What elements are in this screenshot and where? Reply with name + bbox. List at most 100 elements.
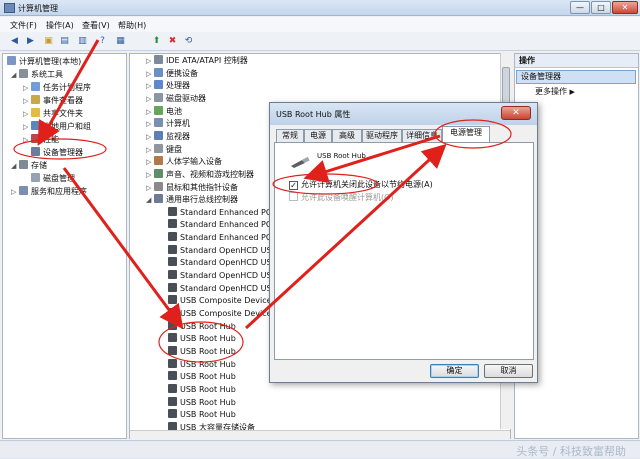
expand-icon[interactable]: ▷ — [146, 93, 154, 105]
view-icon[interactable]: ▤ — [58, 35, 71, 48]
update-driver-icon[interactable]: ⬆ — [150, 35, 163, 48]
tree-item-device-manager[interactable]: 设备管理器 — [31, 147, 83, 159]
tree-item-storage[interactable]: ◢ 存储 — [11, 160, 47, 172]
allow-power-off-option[interactable]: ✓ 允许计算机关闭此设备以节约电源(A) — [289, 179, 433, 191]
dialog-close-button[interactable]: ✕ — [501, 106, 531, 120]
ok-button[interactable]: 确定 — [430, 364, 479, 378]
expand-icon[interactable]: ▷ — [23, 95, 31, 107]
usb-device-item[interactable]: USB Root Hub — [168, 396, 236, 409]
tree-item-event-viewer[interactable]: ▷ 事件查看器 — [23, 95, 83, 107]
services-icon — [19, 186, 28, 195]
device-category-icon — [154, 80, 163, 90]
expand-icon[interactable]: ▷ — [146, 144, 154, 156]
expand-icon[interactable]: ▷ — [23, 82, 31, 94]
tree-item-performance[interactable]: ▷ 性能 — [23, 134, 59, 146]
menu-file[interactable]: 文件(F) — [10, 20, 37, 31]
expand-icon[interactable]: ▷ — [146, 80, 154, 92]
usb-device-item[interactable]: Standard OpenHCD USB — [168, 270, 277, 282]
usb-device-item[interactable]: Standard Enhanced PCI — [168, 219, 274, 231]
refresh-icon[interactable]: ▥ — [76, 35, 89, 48]
tree-item-shared-folders[interactable]: ▷ 共享文件夹 — [23, 108, 83, 120]
usb-device-item[interactable]: USB Root Hub — [168, 371, 236, 383]
scan-hardware-icon[interactable]: ⟲ — [182, 35, 195, 48]
usb-device-item[interactable]: USB Root Hub — [168, 333, 236, 345]
device-category-icon — [154, 168, 163, 178]
usb-plug-icon — [168, 219, 177, 229]
actions-device-manager[interactable]: 设备管理器 — [516, 70, 636, 84]
device-category[interactable]: ◢ 通用串行总线控制器 — [146, 194, 238, 206]
usb-device-item[interactable]: Standard OpenHCD USB — [168, 244, 277, 257]
device-category[interactable]: ▷ 人体学输入设备 — [146, 156, 222, 168]
properties-icon[interactable]: ▦ — [114, 35, 127, 48]
device-category[interactable]: ▷ 声音、视频和游戏控制器 — [146, 168, 254, 181]
tab-general[interactable]: 常规 — [276, 129, 304, 143]
tab-details[interactable]: 详细信息 — [402, 129, 442, 143]
storage-icon — [19, 160, 28, 169]
minimize-button[interactable]: — — [570, 1, 590, 14]
device-category[interactable]: ▷ 鼠标和其他指针设备 — [146, 181, 238, 194]
collapse-icon[interactable]: ◢ — [11, 69, 19, 81]
back-icon[interactable]: ◀ — [8, 35, 21, 48]
device-category[interactable]: ▷ 电池 — [146, 105, 182, 118]
device-category-icon — [154, 118, 163, 128]
usb-device-item[interactable]: USB Root Hub — [168, 383, 236, 396]
usb-device-item[interactable]: Standard OpenHCD USB — [168, 257, 277, 269]
tree-item-task-scheduler[interactable]: ▷ 任务计划程序 — [23, 82, 91, 94]
forward-icon[interactable]: ▶ — [24, 35, 37, 48]
expand-icon[interactable]: ▷ — [146, 118, 154, 130]
usb-device-item[interactable]: USB Composite Device — [168, 308, 272, 320]
usb-device-item[interactable]: USB Composite Device — [168, 295, 272, 307]
device-category-icon — [154, 105, 163, 115]
tab-driver[interactable]: 驱动程序 — [362, 129, 402, 143]
expand-icon[interactable]: ▷ — [23, 121, 31, 133]
usb-device-item[interactable]: USB Root Hub — [168, 358, 236, 371]
usb-device-item[interactable]: Standard Enhanced PCI — [168, 206, 274, 219]
cancel-button[interactable]: 取消 — [484, 364, 533, 378]
expand-icon[interactable]: ▷ — [146, 55, 154, 67]
device-category[interactable]: ▷ 便携设备 — [146, 67, 198, 80]
device-tree-hscrollbar[interactable] — [130, 430, 510, 440]
tree-root[interactable]: 计算机管理(本地) — [7, 56, 81, 68]
device-category[interactable]: ▷ 处理器 — [146, 80, 190, 92]
folder-up-icon[interactable]: ▣ — [42, 35, 55, 48]
device-category[interactable]: ▷ IDE ATA/ATAPI 控制器 — [146, 55, 248, 67]
tab-advanced[interactable]: 高级 — [332, 129, 362, 143]
expand-icon[interactable]: ▷ — [146, 68, 154, 80]
usb-device-item[interactable]: USB Root Hub — [168, 345, 236, 358]
device-category[interactable]: ▷ 键盘 — [146, 143, 182, 156]
expand-icon[interactable]: ▷ — [11, 186, 19, 198]
menu-help[interactable]: 帮助(H) — [118, 20, 146, 31]
tab-power[interactable]: 电源 — [304, 129, 332, 143]
tree-item-system-tools[interactable]: ◢ 系统工具 — [11, 69, 63, 81]
more-actions[interactable]: 更多操作 ▶ — [535, 86, 575, 98]
menu-action[interactable]: 操作(A) — [46, 20, 74, 31]
tree-item-disk-management[interactable]: 磁盘管理 — [31, 173, 75, 185]
expand-icon[interactable]: ▷ — [23, 134, 31, 146]
usb-device-item[interactable]: Standard Enhanced PCI — [168, 232, 274, 244]
menu-view[interactable]: 查看(V) — [82, 20, 110, 31]
expand-icon[interactable]: ▷ — [146, 182, 154, 194]
expand-icon[interactable]: ▷ — [146, 106, 154, 118]
usb-device-item[interactable]: USB Root Hub — [168, 409, 236, 421]
usb-device-item[interactable]: Standard OpenHCD USB — [168, 282, 277, 295]
expand-icon[interactable]: ▷ — [23, 108, 31, 120]
tree-item-local-users[interactable]: ▷ 本地用户和组 — [23, 121, 91, 133]
help-icon[interactable]: ? — [96, 35, 109, 48]
expand-icon[interactable]: ▷ — [146, 169, 154, 181]
usb-plug-icon — [289, 156, 311, 168]
close-button[interactable]: ✕ — [612, 1, 638, 14]
expand-icon[interactable]: ▷ — [146, 156, 154, 168]
collapse-icon[interactable]: ◢ — [11, 160, 19, 172]
uninstall-icon[interactable]: ✖ — [166, 35, 179, 48]
expand-icon[interactable]: ▷ — [146, 131, 154, 143]
device-category[interactable]: ▷ 监视器 — [146, 130, 190, 143]
tab-power-management[interactable]: 电源管理 — [442, 126, 490, 143]
allow-power-off-checkbox[interactable]: ✓ — [289, 181, 298, 190]
expand-icon[interactable]: ◢ — [146, 194, 154, 206]
tree-item-services[interactable]: ▷ 服务和应用程序 — [11, 186, 87, 198]
usb-device-item[interactable]: USB Root Hub — [168, 320, 236, 333]
maximize-button[interactable]: □ — [591, 1, 611, 14]
device-category[interactable]: ▷ 计算机 — [146, 118, 190, 130]
device-category[interactable]: ▷ 磁盘驱动器 — [146, 92, 206, 105]
disk-icon — [31, 173, 40, 182]
